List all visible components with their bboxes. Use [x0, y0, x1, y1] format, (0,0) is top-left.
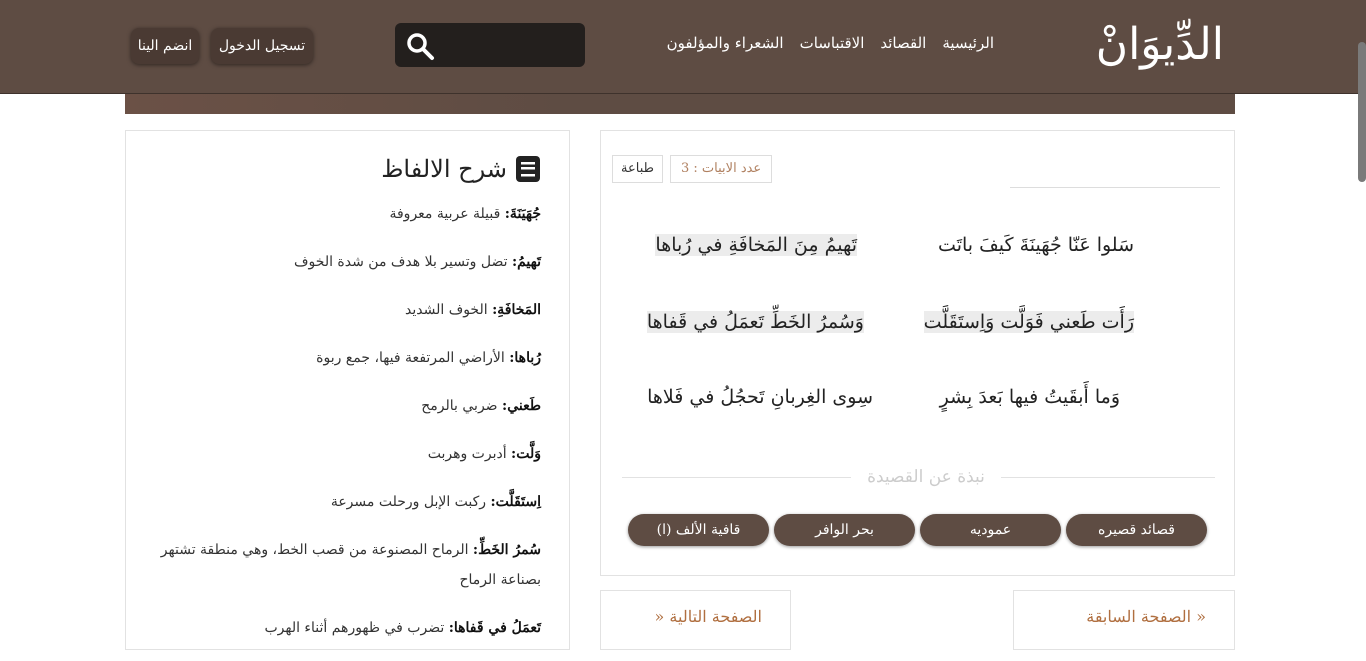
verse-count: عدد الابيات : 3: [670, 155, 773, 183]
glossary-item: المَخافَةِ: الخوف الشديد: [141, 295, 541, 325]
verse-2-second-text: وَسُمرُ الخَطِّ تَعمَلُ في قَفاها: [646, 311, 864, 333]
glossary-def: قبيلة عربية معروفة: [389, 206, 505, 222]
glossary-term: سُمرُ الخَطِّ:: [472, 542, 541, 558]
verse-1-first: سَلوا عَنّا جُهَينَةَ كَيفَ باتَت: [938, 234, 1134, 256]
tag-short-poems[interactable]: قصائد قصيره: [1066, 514, 1207, 546]
nav-home[interactable]: الرئيسية: [942, 34, 994, 52]
prev-page-link[interactable]: « الصفحة السابقة: [1086, 607, 1206, 626]
glossary-def: أدبرت وهربت: [427, 446, 512, 462]
tag-meter[interactable]: بحر الوافر: [774, 514, 915, 546]
glossary-def: ضربي بالرمح: [421, 398, 503, 414]
glossary-def: ركبت الإبل ورحلت مسرعة: [330, 494, 491, 510]
poem-tabs: [1010, 154, 1220, 188]
page-scrollbar[interactable]: [1358, 42, 1366, 182]
print-button[interactable]: طباعة: [612, 155, 663, 183]
glossary-term: تَعمَلُ في قَفاها:: [448, 620, 541, 636]
nav-quotes[interactable]: الاقتباسات: [800, 34, 865, 52]
glossary-term: طَعني:: [502, 398, 541, 414]
next-page-link[interactable]: الصفحة التالية «: [655, 607, 762, 626]
prev-page-box: « الصفحة السابقة: [1013, 590, 1235, 650]
verse-3-second: سِوى الغِربانِ تَحجُلُ في فَلاها: [647, 386, 873, 408]
glossary-def: الأراضي المرتفعة فيها، جمع ربوة: [316, 350, 510, 366]
top-navbar: الدِّيوَانْ الرئيسية القصائد الاقتباسات …: [0, 0, 1366, 94]
glossary-item: اِستَقَلَّت: ركبت الإبل ورحلت مسرعة: [141, 487, 541, 517]
login-button[interactable]: تسجيل الدخول: [211, 28, 313, 64]
glossary-item: رُباها: الأراضي المرتفعة فيها، جمع ربوة: [141, 343, 541, 373]
glossary-term: تَهيمُ:: [511, 254, 541, 270]
verse-2-second: وَسُمرُ الخَطِّ تَعمَلُ في قَفاها: [646, 306, 864, 338]
tag-rhyme[interactable]: قافية الألف (ا): [628, 514, 769, 546]
main-nav: الرئيسية القصائد الاقتباسات الشعراء والم…: [667, 34, 994, 52]
glossary-item: تَعمَلُ في قَفاها: تضرب في ظهورهم أثناء …: [141, 613, 541, 643]
glossary-item: وَلَّت: أدبرت وهربت: [141, 439, 541, 469]
header-banner: [125, 94, 1235, 114]
glossary-item: سُمرُ الخَطِّ: الرماح المصنوعة من قصب ال…: [141, 535, 541, 595]
glossary-def: تضل وتسير بلا هدف من شدة الخوف: [294, 254, 512, 270]
search-icon[interactable]: [405, 31, 435, 61]
poem-panel: طباعة عدد الابيات : 3 سَلوا عَنّا جُهَين…: [600, 130, 1235, 576]
glossary-term: جُهَيَنَةَ:: [504, 206, 541, 222]
verse-3-first: وَما أَبقَيتُ فيها بَعدَ بِشرٍ: [939, 386, 1120, 408]
tag-classical[interactable]: عموديه: [920, 514, 1061, 546]
glossary-term: اِستَقَلَّت:: [490, 494, 541, 510]
join-button[interactable]: انضم الينا: [131, 28, 199, 64]
about-poem-heading: نبذة عن القصيدة: [851, 466, 1001, 488]
site-logo[interactable]: الدِّيوَانْ: [1096, 10, 1224, 80]
verse-1-second: تَهيمُ مِنَ المَخافَةِ في رُباها: [655, 229, 857, 261]
glossary-item: جُهَيَنَةَ: قبيلة عربية معروفة: [141, 199, 541, 229]
verse-2-first-text: رَأَت طَعني فَوَلَّت وَاِستَقَلَّت: [923, 311, 1134, 333]
glossary-term: المَخافَةِ:: [492, 302, 541, 318]
glossary-list: جُهَيَنَةَ: قبيلة عربية معروفة تَهيمُ: ت…: [141, 199, 541, 661]
glossary-def: الخوف الشديد: [405, 302, 493, 318]
glossary-def: تضرب في ظهورهم أثناء الهرب: [264, 620, 449, 636]
nav-poems[interactable]: القصائد: [880, 34, 926, 52]
glossary-term: وَلَّت:: [511, 446, 541, 462]
glossary-item: تَهيمُ: تضل وتسير بلا هدف من شدة الخوف: [141, 247, 541, 277]
glossary-item: طَعني: ضربي بالرمح: [141, 391, 541, 421]
search-box: [395, 23, 585, 67]
glossary-panel: شرح الالفاظ جُهَيَنَةَ: قبيلة عربية معرو…: [125, 130, 570, 650]
glossary-heading: شرح الالفاظ: [381, 155, 541, 183]
verse-2-first: رَأَت طَعني فَوَلَّت وَاِستَقَلَّت: [923, 306, 1134, 338]
book-icon: [516, 156, 540, 182]
next-page-box: الصفحة التالية «: [600, 590, 791, 650]
glossary-title: شرح الالفاظ: [381, 155, 507, 183]
nav-poets[interactable]: الشعراء والمؤلفون: [667, 34, 784, 52]
search-input[interactable]: [441, 29, 577, 61]
glossary-term: رُباها:: [509, 350, 541, 366]
verse-1-second-text: تَهيمُ مِنَ المَخافَةِ في رُباها: [655, 234, 857, 256]
